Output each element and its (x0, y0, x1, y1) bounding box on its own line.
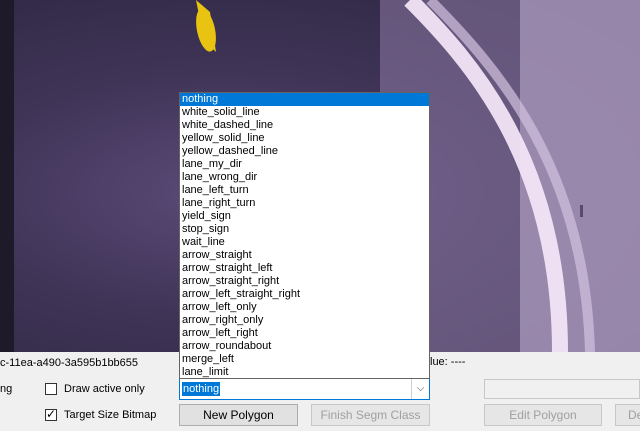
class-option[interactable]: lane_wrong_dir (180, 171, 429, 184)
target-size-bitmap-label[interactable]: Target Size Bitmap (64, 409, 156, 421)
class-option[interactable]: arrow_roundabout (180, 340, 429, 353)
class-option[interactable]: lane_left_turn (180, 184, 429, 197)
target-size-bitmap-checkbox[interactable] (45, 407, 57, 421)
class-option[interactable]: white_dashed_line (180, 119, 429, 132)
delete-button[interactable]: De (615, 404, 640, 426)
selected-class-value: nothing (182, 382, 221, 396)
class-option[interactable]: white_solid_line (180, 106, 429, 119)
class-option[interactable]: yield_sign (180, 210, 429, 223)
class-option[interactable]: arrow_straight_right (180, 275, 429, 288)
class-option[interactable]: nothing (180, 93, 429, 106)
clipped-label: ng (0, 383, 13, 395)
chevron-down-icon[interactable]: ⌵ (411, 379, 429, 399)
class-option[interactable]: merge_left (180, 353, 429, 366)
class-option[interactable]: wait_line (180, 236, 429, 249)
class-option[interactable]: arrow_straight (180, 249, 429, 262)
class-option[interactable]: lane_my_dir (180, 158, 429, 171)
edit-polygon-button[interactable]: Edit Polygon (484, 404, 602, 426)
class-option[interactable]: yellow_dashed_line (180, 145, 429, 158)
class-option[interactable]: arrow_left_straight_right (180, 288, 429, 301)
class-option[interactable]: arrow_right_only (180, 314, 429, 327)
draw-active-only-checkbox[interactable] (45, 383, 57, 395)
class-option[interactable]: arrow_left_only (180, 301, 429, 314)
segmentation-class-select[interactable]: nothing ⌵ (179, 378, 430, 400)
class-option[interactable]: lane_limit (180, 366, 429, 378)
class-option[interactable]: arrow_straight_left (180, 262, 429, 275)
class-dropdown-list[interactable]: nothing white_solid_line white_dashed_line… (179, 92, 430, 379)
draw-active-only-label[interactable]: Draw active only (64, 383, 145, 395)
class-option[interactable]: yellow_solid_line (180, 132, 429, 145)
new-polygon-button[interactable]: New Polygon (179, 404, 298, 426)
image-id-label: c-11ea-a490-3a595b1bb655 (0, 357, 139, 369)
class-option[interactable]: lane_right_turn (180, 197, 429, 210)
right-text-field[interactable] (484, 379, 640, 399)
class-option[interactable]: stop_sign (180, 223, 429, 236)
value-label: lue: ---- (430, 356, 466, 368)
class-option[interactable]: arrow_left_right (180, 327, 429, 340)
finish-segm-class-button[interactable]: Finish Segm Class (311, 404, 430, 426)
